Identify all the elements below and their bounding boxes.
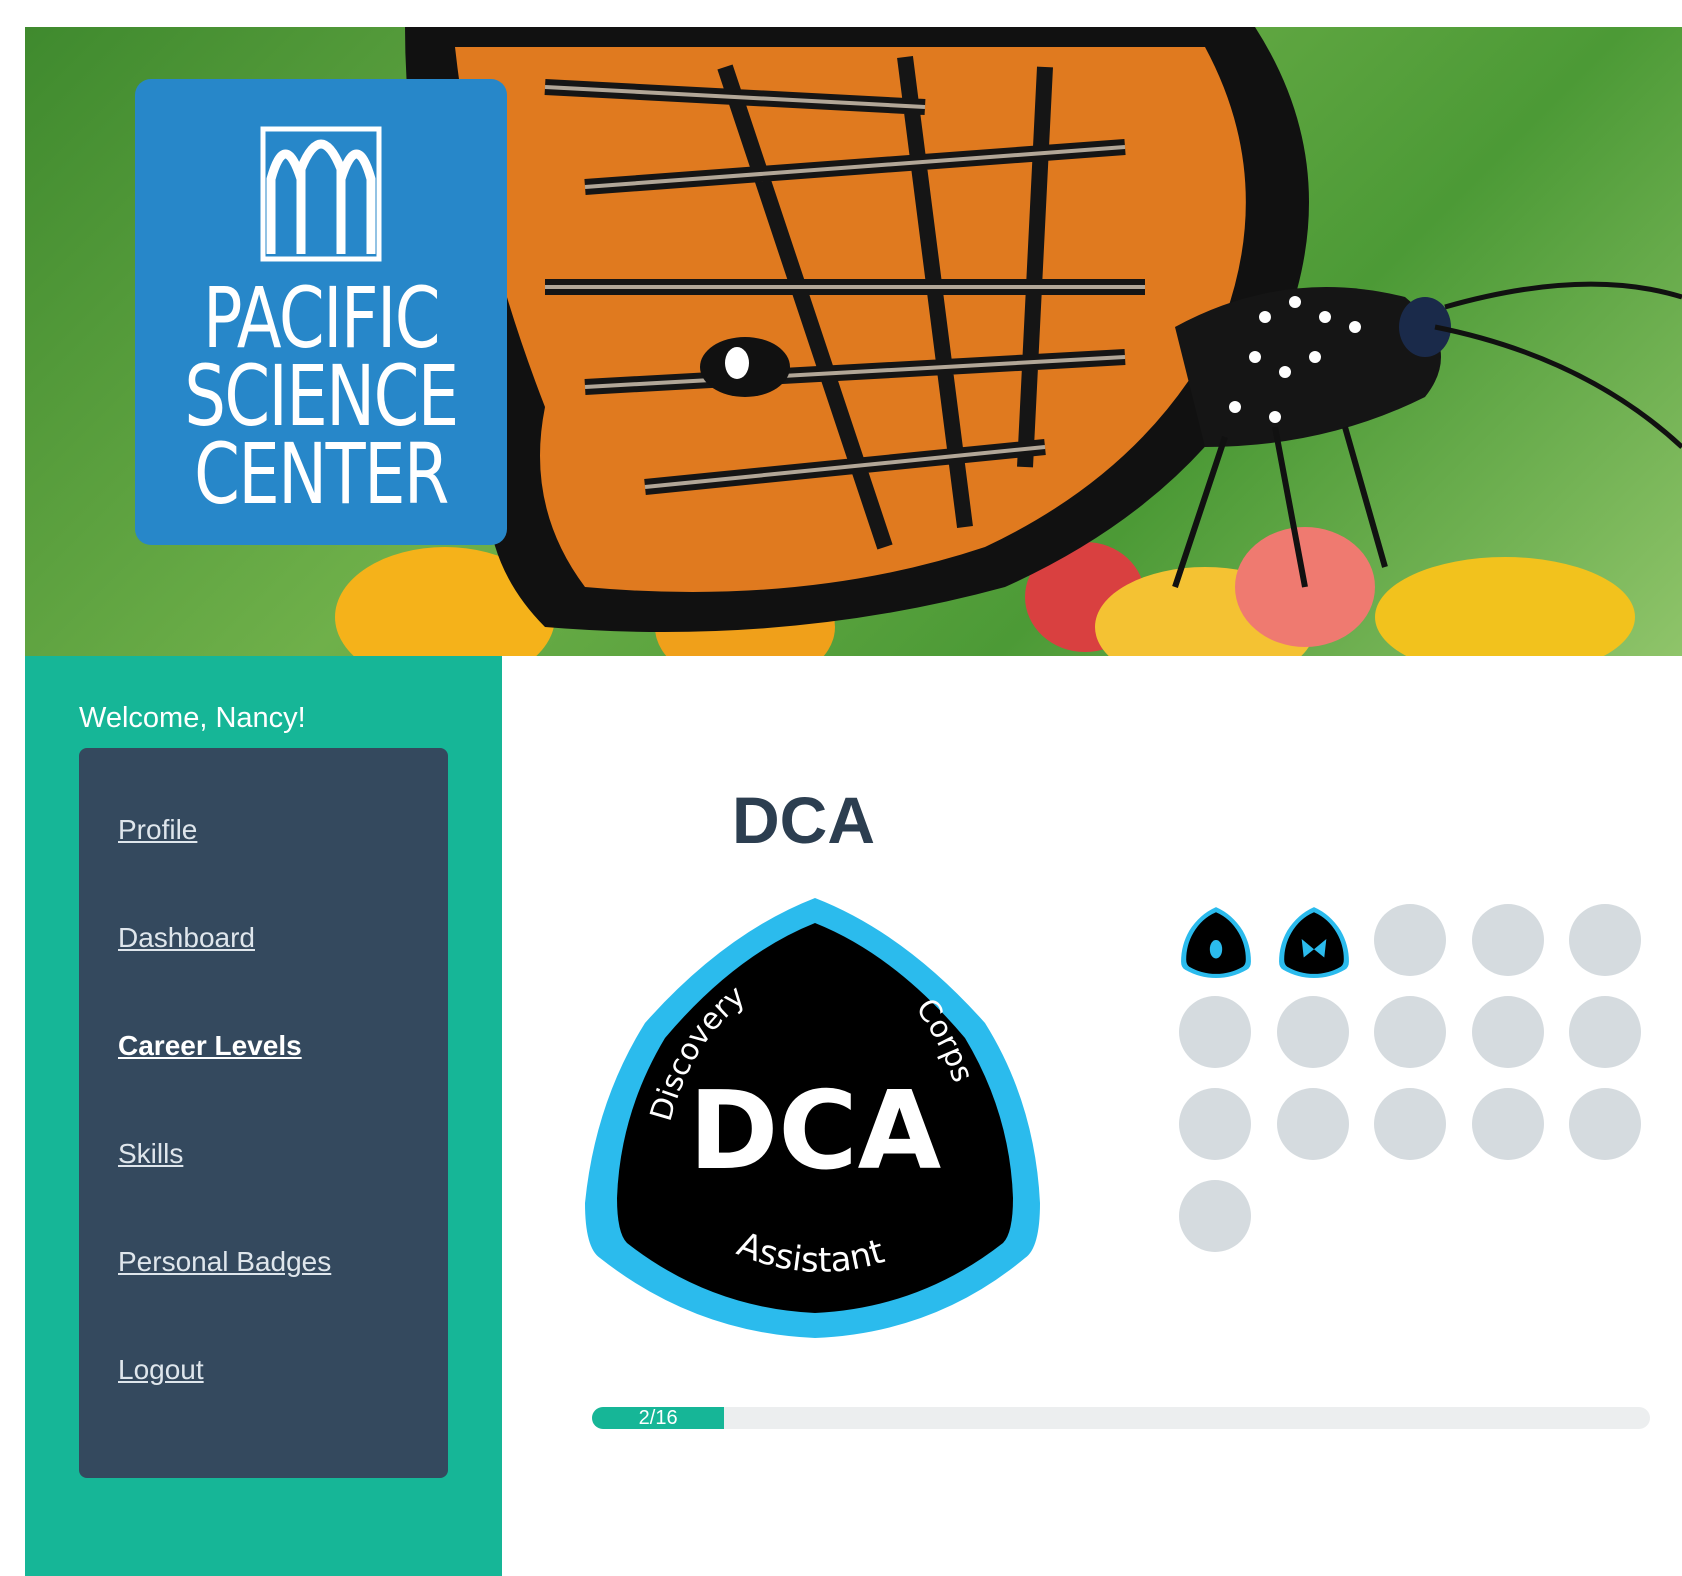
nav-item-skills[interactable]: Skills bbox=[118, 1138, 183, 1170]
empty-skill-slot bbox=[1179, 1180, 1251, 1252]
nav-item-dashboard[interactable]: Dashboard bbox=[118, 922, 255, 954]
nav-item-personal-badges[interactable]: Personal Badges bbox=[118, 1246, 331, 1278]
logo-text-line: SCIENCE bbox=[184, 347, 459, 445]
welcome-message: Welcome, Nancy! bbox=[79, 702, 306, 734]
dca-badge-icon: DCA Discovery Corps Assistant bbox=[585, 898, 1040, 1338]
header-banner: PACIFIC SCIENCE CENTER bbox=[25, 27, 1682, 656]
nav-item-logout[interactable]: Logout bbox=[118, 1354, 204, 1386]
empty-skill-slot bbox=[1471, 996, 1544, 1068]
arches-icon bbox=[260, 126, 382, 262]
empty-skill-slot bbox=[1374, 996, 1446, 1068]
sidebar: Welcome, Nancy! Profile Dashboard Career… bbox=[25, 656, 502, 1576]
beetle-badge-icon[interactable] bbox=[1179, 904, 1253, 983]
progress-fill: 2/16 bbox=[592, 1407, 725, 1429]
empty-skill-slot bbox=[1276, 996, 1349, 1068]
empty-skill-slot bbox=[1374, 904, 1446, 976]
empty-skill-slot bbox=[1179, 996, 1251, 1068]
empty-skill-slot bbox=[1569, 1088, 1641, 1160]
nav-item-career-levels[interactable]: Career Levels bbox=[118, 1030, 302, 1062]
badge-center-text: DCA bbox=[689, 1069, 942, 1194]
empty-skill-slot bbox=[1276, 1088, 1349, 1160]
empty-skill-slot bbox=[1569, 904, 1641, 976]
butterfly-badge-icon[interactable] bbox=[1277, 904, 1351, 983]
empty-skill-slot bbox=[1179, 1088, 1251, 1160]
pacific-science-center-logo[interactable]: PACIFIC SCIENCE CENTER bbox=[135, 79, 507, 545]
logo-text-line: CENTER bbox=[194, 425, 449, 523]
page-title: DCA bbox=[732, 783, 875, 857]
nav-item-profile[interactable]: Profile bbox=[118, 814, 197, 846]
empty-skill-slot bbox=[1471, 904, 1544, 976]
sidebar-nav: Profile Dashboard Career Levels Skills P… bbox=[79, 748, 448, 1478]
empty-skill-slot bbox=[1569, 996, 1641, 1068]
progress-bar: 2/16 bbox=[592, 1407, 1650, 1429]
empty-skill-slot bbox=[1374, 1088, 1446, 1160]
logo-text-line: PACIFIC bbox=[203, 269, 440, 367]
empty-skill-slot bbox=[1471, 1088, 1544, 1160]
